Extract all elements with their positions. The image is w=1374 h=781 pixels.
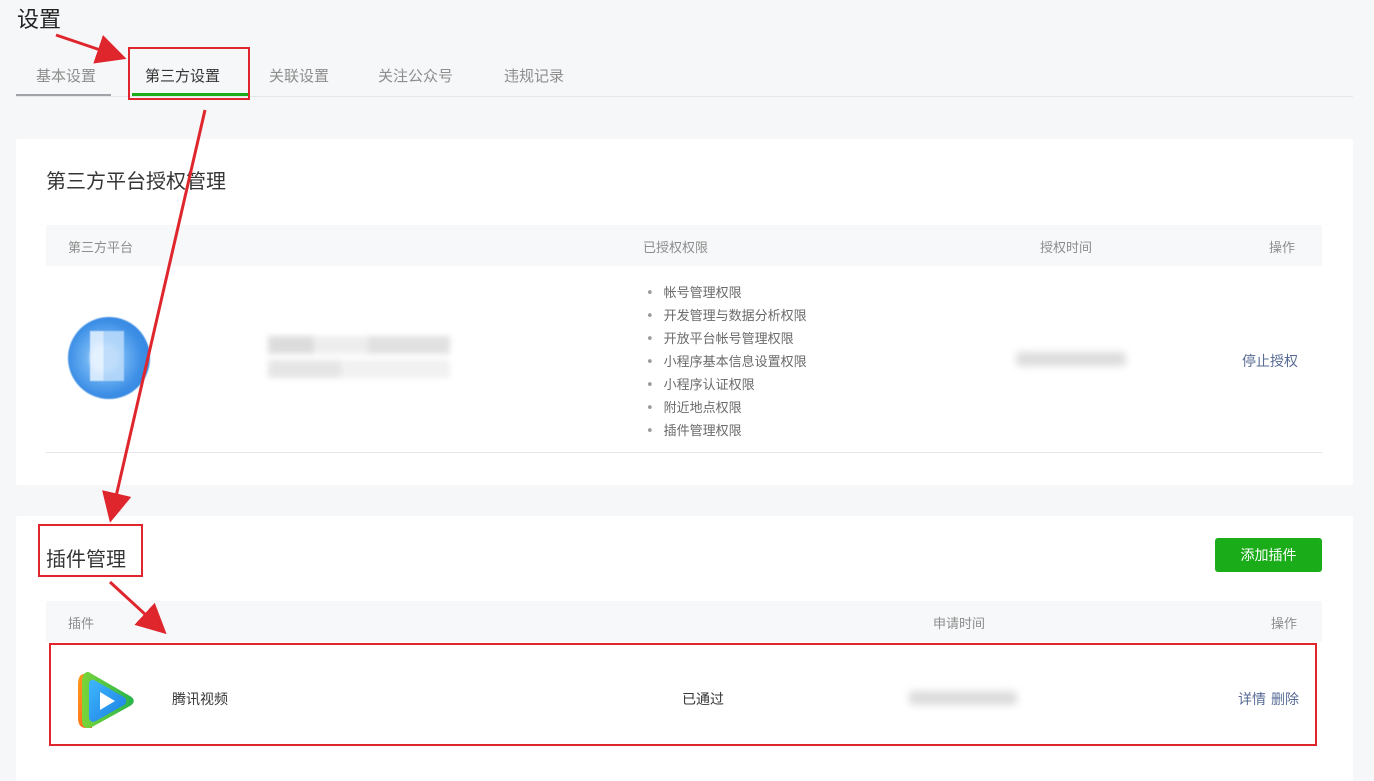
permission-item: 小程序认证权限 bbox=[646, 374, 807, 397]
settings-tabs: 基本设置 第三方设置 关联设置 关注公众号 违规记录 bbox=[16, 60, 1353, 97]
auth-time-redacted bbox=[1016, 352, 1126, 366]
tab-violation-records[interactable]: 违规记录 bbox=[504, 65, 564, 86]
plugin-management-card: 插件管理 添加插件 插件 申请时间 操作 腾讯视频 已通过 详情 删除 bbox=[16, 516, 1353, 781]
plugin-delete-link[interactable]: 删除 bbox=[1271, 689, 1299, 709]
tab-basic-settings[interactable]: 基本设置 bbox=[36, 65, 96, 86]
column-header-platform: 第三方平台 bbox=[68, 241, 134, 256]
stop-authorization-link[interactable]: 停止授权 bbox=[1242, 351, 1298, 371]
column-header-action: 操作 bbox=[1269, 241, 1296, 256]
permission-item: 附近地点权限 bbox=[646, 397, 807, 420]
column-header-auth-time: 授权时间 bbox=[1040, 241, 1093, 256]
tab-follow-official-account[interactable]: 关注公众号 bbox=[378, 65, 453, 86]
plugin-table-header: 插件 申请时间 操作 bbox=[46, 601, 1322, 642]
permission-item: 小程序基本信息设置权限 bbox=[646, 351, 807, 374]
third-party-table-header: 第三方平台 已授权权限 授权时间 操作 bbox=[46, 225, 1322, 266]
third-party-auth-title: 第三方平台授权管理 bbox=[46, 169, 226, 193]
tab-underline-basic bbox=[16, 94, 111, 96]
column-header-plugin: 插件 bbox=[68, 617, 95, 632]
page-title: 设置 bbox=[17, 8, 62, 33]
plugin-detail-link[interactable]: 详情 bbox=[1238, 689, 1266, 709]
tab-underline-active bbox=[132, 93, 248, 96]
plugin-management-title: 插件管理 bbox=[46, 547, 126, 571]
tencent-video-logo-icon bbox=[78, 672, 134, 729]
platform-name-redacted bbox=[268, 336, 450, 386]
permission-item: 帐号管理权限 bbox=[646, 282, 807, 305]
tab-third-party-settings[interactable]: 第三方设置 bbox=[145, 65, 220, 86]
column-header-plugin-action: 操作 bbox=[1271, 617, 1298, 632]
column-header-permissions: 已授权权限 bbox=[643, 241, 709, 256]
permission-list: 帐号管理权限 开发管理与数据分析权限 开放平台帐号管理权限 小程序基本信息设置权… bbox=[646, 282, 807, 443]
tab-linked-settings[interactable]: 关联设置 bbox=[269, 65, 329, 86]
arrow-to-tab bbox=[55, 33, 127, 64]
row-divider bbox=[46, 452, 1322, 453]
permission-item: 开发管理与数据分析权限 bbox=[646, 305, 807, 328]
permission-item: 插件管理权限 bbox=[646, 420, 807, 443]
platform-avatar bbox=[68, 317, 150, 399]
plugin-status: 已通过 bbox=[682, 692, 724, 708]
apply-time-redacted bbox=[909, 691, 1017, 705]
third-party-auth-card: 第三方平台授权管理 第三方平台 已授权权限 授权时间 操作 帐号管理权限 开发管… bbox=[16, 139, 1353, 485]
column-header-apply-time: 申请时间 bbox=[933, 617, 986, 632]
plugin-name: 腾讯视频 bbox=[172, 692, 228, 708]
permission-item: 开放平台帐号管理权限 bbox=[646, 328, 807, 351]
add-plugin-button[interactable]: 添加插件 bbox=[1215, 538, 1322, 572]
